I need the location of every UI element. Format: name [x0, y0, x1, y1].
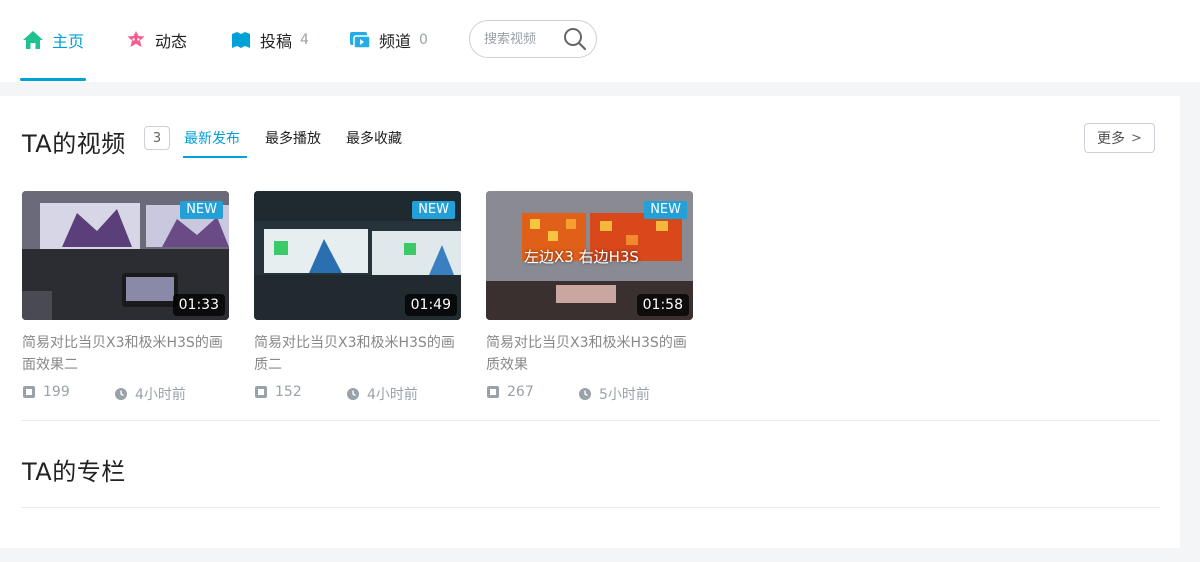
video-title[interactable]: 简易对比当贝X3和极米H3S的画质二	[254, 332, 461, 376]
play-count-value: 152	[275, 384, 302, 400]
upload-time-value: 4小时前	[367, 387, 418, 403]
play-count: 152	[254, 384, 302, 400]
play-count-icon	[487, 386, 499, 398]
columns-section-title: TA的专栏	[22, 458, 126, 486]
sort-tab-underline	[183, 156, 247, 158]
search-box	[469, 20, 597, 58]
more-button-label: 更多	[1097, 131, 1126, 147]
nav-tab-label: 主页	[52, 32, 85, 51]
new-badge: NEW	[644, 201, 687, 219]
sort-tab-latest[interactable]: 最新发布	[184, 128, 240, 148]
active-tab-underline	[20, 78, 86, 81]
video-duration: 01:49	[404, 294, 457, 316]
video-card: NEW 01:49 简易对比当贝X3和极米H3S的画质二 152 4小时前	[254, 191, 461, 404]
new-badge: NEW	[412, 201, 455, 219]
play-count-icon	[255, 386, 267, 398]
video-duration: 01:58	[636, 294, 689, 316]
nav-tab-label: 动态	[155, 32, 188, 51]
main-card: TA的视频 3 最新发布 最多播放 最多收藏 更多 > NEW 01:33 简易…	[0, 96, 1180, 548]
play-count-icon	[23, 386, 35, 398]
upload-time: 4小时前	[346, 384, 418, 404]
upload-time: 5小时前	[578, 384, 650, 404]
nav-tab-label: 频道	[379, 32, 412, 51]
play-count-value: 267	[507, 384, 534, 400]
search-icon[interactable]	[562, 26, 588, 52]
nav-tab-label: 投稿	[260, 32, 293, 51]
nav-tab-uploads[interactable]: 投稿 4	[230, 26, 309, 54]
clock-icon	[347, 388, 359, 400]
uploads-count: 4	[300, 32, 309, 48]
video-title[interactable]: 简易对比当贝X3和极米H3S的画质效果	[486, 332, 693, 376]
video-meta: 152 4小时前	[254, 384, 461, 404]
clock-icon	[579, 388, 591, 400]
clock-icon	[115, 388, 127, 400]
video-thumbnail[interactable]: 左边X3 右边H3S NEW 01:58	[486, 191, 693, 320]
video-thumbnail[interactable]: NEW 01:33	[22, 191, 229, 320]
thumbnail-overlay-text: 左边X3 右边H3S	[524, 248, 639, 266]
video-meta: 267 5小时前	[486, 384, 693, 404]
videos-section-title: TA的视频	[22, 130, 126, 158]
video-card: NEW 01:33 简易对比当贝X3和极米H3S的画面效果二 199 4小时前	[22, 191, 229, 404]
new-badge: NEW	[180, 201, 223, 219]
play-count-value: 199	[43, 384, 70, 400]
play-count: 199	[22, 384, 70, 400]
uploads-icon	[232, 32, 250, 48]
channels-count: 0	[419, 32, 428, 48]
play-count: 267	[486, 384, 534, 400]
video-meta: 199 4小时前	[22, 384, 229, 404]
video-duration: 01:33	[172, 294, 225, 316]
nav-tab-dynamic[interactable]: 动态	[125, 26, 187, 54]
sort-tab-most-played[interactable]: 最多播放	[265, 128, 321, 148]
chevron-right-icon: >	[1131, 130, 1142, 146]
channel-icon	[350, 32, 371, 49]
top-nav: 主页 动态 投稿 4 频道 0	[0, 0, 1200, 82]
upload-time-value: 4小时前	[135, 387, 186, 403]
video-count-badge: 3	[144, 126, 170, 150]
more-button[interactable]: 更多 >	[1084, 123, 1155, 153]
video-thumbnail[interactable]: NEW 01:49	[254, 191, 461, 320]
nav-tab-channels[interactable]: 频道 0	[349, 26, 428, 54]
video-card: 左边X3 右边H3S NEW 01:58 简易对比当贝X3和极米H3S的画质效果…	[486, 191, 693, 404]
home-icon	[23, 31, 43, 49]
section-divider	[22, 507, 1160, 508]
dynamic-icon	[127, 31, 145, 47]
nav-tab-home[interactable]: 主页	[22, 26, 84, 54]
upload-time: 4小时前	[114, 384, 186, 404]
search-input[interactable]	[484, 31, 560, 47]
section-divider	[22, 420, 1160, 421]
video-title[interactable]: 简易对比当贝X3和极米H3S的画面效果二	[22, 332, 229, 376]
sort-tab-most-favorited[interactable]: 最多收藏	[346, 128, 402, 148]
upload-time-value: 5小时前	[599, 387, 650, 403]
